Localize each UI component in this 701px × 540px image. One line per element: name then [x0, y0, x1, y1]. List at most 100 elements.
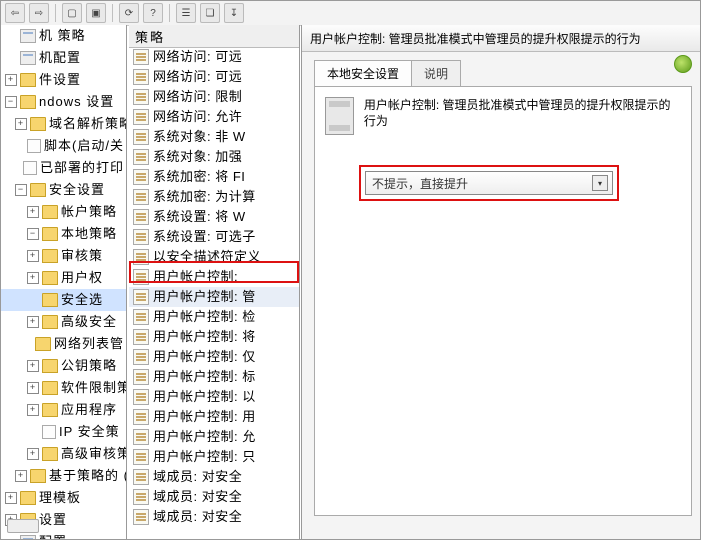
tree-item[interactable]: +域名解析策略 — [1, 113, 126, 135]
policy-list-item[interactable]: 域成员: 对安全 — [129, 487, 299, 507]
policy-list-item[interactable]: 以安全描述符定义 — [129, 247, 299, 267]
expand-toggle[interactable]: + — [27, 404, 39, 416]
expand-toggle[interactable]: + — [27, 448, 39, 460]
column-header-policy[interactable]: 策略 — [129, 25, 299, 48]
policy-item-label: 系统对象: 加强 — [153, 148, 242, 166]
tree-item[interactable]: 网络列表管 — [1, 333, 126, 355]
tree-item[interactable]: +软件限制策 — [1, 377, 126, 399]
properties-dialog: 用户帐户控制: 管理员批准模式中管理员的提升权限提示的行为 本地安全设置 说明 … — [301, 25, 700, 539]
tree-item-label: 脚本(启动/关 — [44, 137, 124, 155]
policy-item-label: 用户帐户控制: 允 — [153, 428, 256, 446]
tree-item[interactable]: +审核策 — [1, 245, 126, 267]
toolbar-help-button[interactable]: ? — [143, 3, 163, 23]
policy-item-label: 用户帐户控制: 以 — [153, 388, 256, 406]
policy-list-item[interactable]: 用户帐户控制: 以 — [129, 387, 299, 407]
expand-toggle[interactable]: + — [5, 74, 17, 86]
policy-icon — [133, 129, 149, 145]
policy-icon — [133, 269, 149, 285]
policy-list-item[interactable]: 用户帐户控制: 仅 — [129, 347, 299, 367]
policy-list-item[interactable]: 域成员: 对安全 — [129, 467, 299, 487]
expand-toggle[interactable]: + — [27, 250, 39, 262]
policy-list-item[interactable]: 用户帐户控制: 用 — [129, 407, 299, 427]
tree-item[interactable]: IP 安全策 — [1, 421, 126, 443]
toolbar-forward-button[interactable]: ⇨ — [29, 3, 49, 23]
tree-item[interactable]: +帐户策略 — [1, 201, 126, 223]
folder-icon — [42, 403, 58, 417]
policy-icon — [133, 249, 149, 265]
folder-icon — [42, 271, 58, 285]
policy-list-item[interactable]: 用户帐户控制: 允 — [129, 427, 299, 447]
tree-item[interactable]: − 安全设置 — [1, 179, 126, 201]
policy-list-item[interactable]: 用户帐户控制: 检 — [129, 307, 299, 327]
tree-item[interactable]: 机 策略 — [1, 25, 126, 47]
policy-item-label: 系统加密: 将 FI — [153, 168, 245, 186]
expand-toggle[interactable]: − — [15, 184, 27, 196]
policy-list-item[interactable]: 用户帐户控制: 将 — [129, 327, 299, 347]
tree-item[interactable]: + 公钥策略 — [1, 355, 126, 377]
tree-item[interactable]: 安全选 — [1, 289, 126, 311]
tree-item[interactable]: 已部署的打印 — [1, 157, 126, 179]
tree-item[interactable]: +基于策略的 ( — [1, 465, 126, 487]
tree-item[interactable]: +高级安全 — [1, 311, 126, 333]
toolbar-btn-4[interactable]: ▣ — [86, 3, 106, 23]
toolbar-export-button[interactable]: ↧ — [224, 3, 244, 23]
horizontal-scrollbar[interactable] — [7, 519, 39, 533]
policy-list-pane[interactable]: 策略 网络访问: 可远网络访问: 可远网络访问: 限制网络访问: 允许系统对象:… — [129, 25, 300, 539]
tree-item[interactable]: +件设置 — [1, 69, 126, 91]
expand-toggle[interactable]: + — [27, 382, 39, 394]
tree-item[interactable]: 脚本(启动/关 — [1, 135, 126, 157]
toolbar-refresh-button[interactable]: ⟳ — [119, 3, 139, 23]
expand-toggle[interactable]: + — [27, 316, 39, 328]
policy-item-label: 系统对象: 非 W — [153, 128, 246, 146]
expand-toggle[interactable]: + — [27, 272, 39, 284]
folder-icon — [42, 205, 58, 219]
tree-item-label: 安全设置 — [49, 181, 105, 199]
policy-icon — [133, 169, 149, 185]
tab-local-security[interactable]: 本地安全设置 — [314, 60, 412, 86]
expand-toggle[interactable]: − — [27, 228, 39, 240]
toolbar-back-button[interactable]: ⇦ — [5, 3, 25, 23]
folder-icon — [20, 95, 36, 109]
tree-item[interactable]: +理模板 — [1, 487, 126, 509]
policy-list-item[interactable]: 用户帐户控制: 管 — [129, 287, 299, 307]
expand-toggle[interactable]: + — [15, 118, 27, 130]
policy-list-item[interactable]: 系统加密: 将 FI — [129, 167, 299, 187]
policy-list-item[interactable]: 系统设置: 可选子 — [129, 227, 299, 247]
policy-list-item[interactable]: 用户帐户控制: 只 — [129, 447, 299, 467]
policy-item-label: 用户帐户控制: 检 — [153, 308, 256, 326]
elevation-behavior-select[interactable]: 不提示，直接提升 ▾ — [365, 171, 613, 195]
expand-toggle[interactable]: + — [15, 470, 27, 482]
expand-toggle[interactable]: − — [5, 96, 17, 108]
toolbar-btn-3[interactable]: ▢ — [62, 3, 82, 23]
tree-item[interactable]: +用户权 — [1, 267, 126, 289]
expand-toggle[interactable]: + — [27, 206, 39, 218]
tree-item[interactable]: +应用程序 — [1, 399, 126, 421]
policy-list-item[interactable]: 网络访问: 允许 — [129, 107, 299, 127]
policy-icon — [133, 349, 149, 365]
policy-list-item[interactable]: 网络访问: 可远 — [129, 47, 299, 67]
tree-item[interactable]: −本地策略 — [1, 223, 126, 245]
policy-list-item[interactable]: 用户帐户控制: 标 — [129, 367, 299, 387]
toolbar-btn-7[interactable]: ☰ — [176, 3, 196, 23]
tree-item[interactable]: − ndows 设置 — [1, 91, 126, 113]
tree-item[interactable]: +高级审核策 — [1, 443, 126, 465]
expand-toggle[interactable]: + — [27, 360, 39, 372]
policy-list-item[interactable]: 系统设置: 将 W — [129, 207, 299, 227]
tree-item-label: 公钥策略 — [61, 357, 117, 375]
policy-icon — [133, 389, 149, 405]
policy-list-item[interactable]: 网络访问: 可远 — [129, 67, 299, 87]
policy-list-item[interactable]: 网络访问: 限制 — [129, 87, 299, 107]
tree-item-label: ndows 设置 — [39, 93, 114, 111]
toolbar-separator — [55, 4, 56, 22]
policy-icon — [133, 329, 149, 345]
tree-item[interactable]: 机配置 — [1, 47, 126, 69]
policy-list-item[interactable]: 用户帐户控制: — [129, 267, 299, 287]
policy-list-item[interactable]: 系统对象: 非 W — [129, 127, 299, 147]
tab-explain[interactable]: 说明 — [411, 60, 461, 86]
expand-toggle[interactable]: + — [5, 492, 17, 504]
toolbar-btn-8[interactable]: ❏ — [200, 3, 220, 23]
policy-list-item[interactable]: 系统对象: 加强 — [129, 147, 299, 167]
policy-list-item[interactable]: 系统加密: 为计算 — [129, 187, 299, 207]
nav-tree-pane[interactable]: 机 策略机配置+件设置 − ndows 设置 +域名解析策略脚本(启动/关已部署的打印… — [1, 25, 127, 539]
policy-list-item[interactable]: 域成员: 对安全 — [129, 507, 299, 527]
